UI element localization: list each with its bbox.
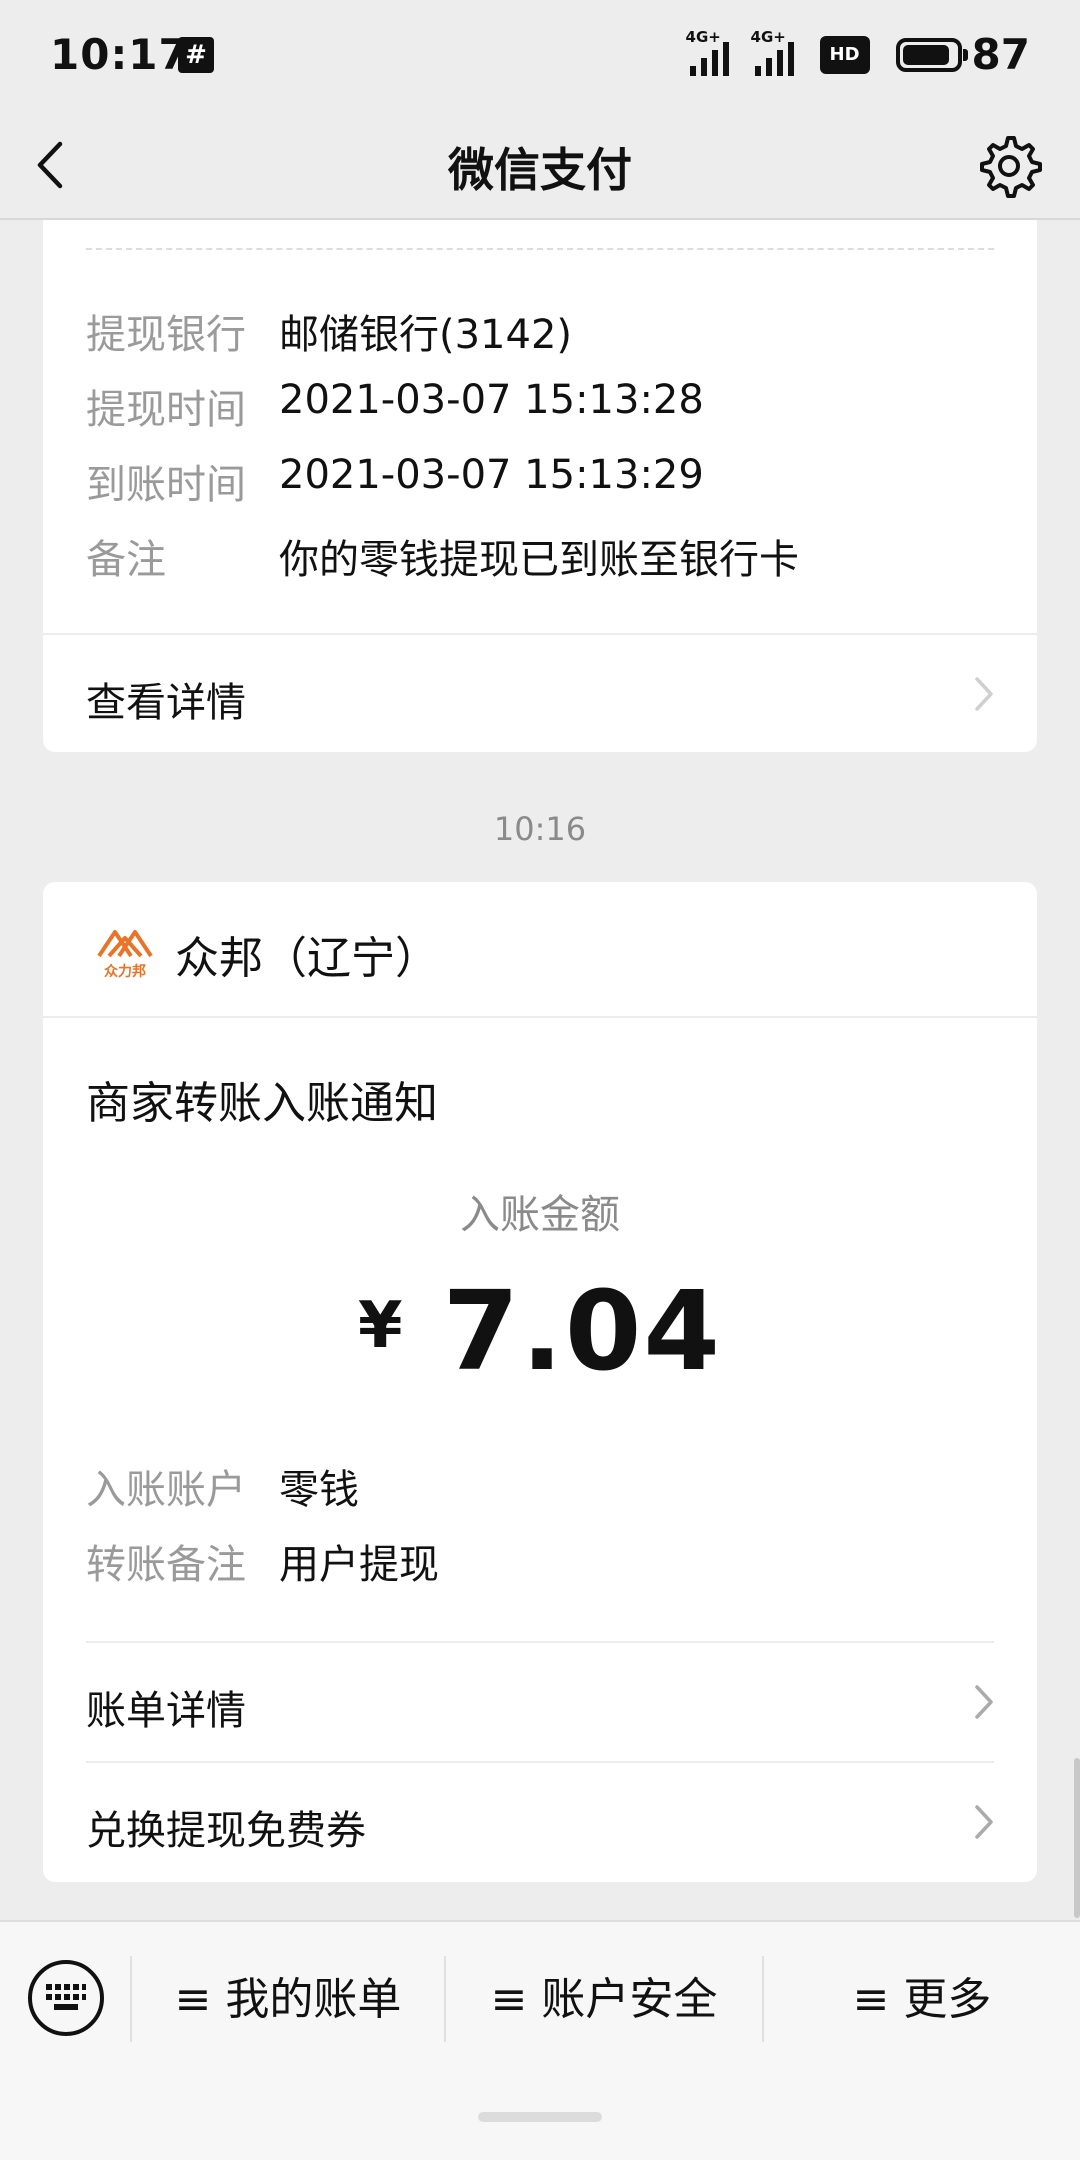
transfer-card: 众力邦 众邦（辽宁） 商家转账入账通知 入账金额 ¥7.04 入账账户 零钱 转… [43,882,1037,1882]
menu-my-bills[interactable]: ≡ 我的账单 [132,1962,444,2038]
scrollbar[interactable] [1074,1758,1080,1918]
keyboard-icon [46,1984,86,2010]
settings-button[interactable] [974,130,1044,200]
notification-icon: # [178,37,214,73]
divider [43,1016,1037,1018]
link-label: 账单详情 [86,1688,246,1734]
notice-title: 商家转账入账通知 [86,1078,438,1129]
menu-more[interactable]: ≡ 更多 [764,1962,1080,2038]
row-value: 用户提现 [279,1542,439,1588]
nav-bar: 微信支付 [0,110,1080,220]
status-bar: 10:17 # 4G+ 4G+ HD 87 [0,0,1080,110]
amount-value: 7.04 [442,1267,722,1395]
signal-icon-2: 4G+ [751,28,794,76]
amount-display: ¥7.04 [43,1267,1037,1395]
home-indicator[interactable] [478,2112,602,2122]
row-value: 2021-03-07 15:13:28 [279,377,704,423]
row-label: 入账账户 [86,1467,246,1513]
page-title: 微信支付 [448,143,632,197]
bottom-menu-bar: ≡ 我的账单 ≡ 账户安全 ≡ 更多 [0,1920,1080,2160]
battery: 87 [895,30,1030,79]
message-timestamp: 10:16 [493,810,587,848]
merchant-name: 众邦（辽宁） [175,933,439,984]
info-row-account: 入账账户 零钱 [86,1457,359,1515]
signal-icon-1: 4G+ [686,28,729,76]
currency-symbol: ¥ [358,1289,403,1363]
logo-text: 众力邦 [104,963,146,980]
info-row-transfer-remark: 转账备注 用户提现 [86,1532,439,1590]
hd-voice-icon: HD [819,35,870,74]
divider [86,248,994,250]
info-row-remark: 备注 你的零钱提现已到账至银行卡 [86,527,799,585]
battery-level: 87 [971,30,1030,79]
menu-account-security[interactable]: ≡ 账户安全 [446,1962,762,2038]
row-label: 备注 [86,537,166,583]
battery-icon [895,37,968,72]
merchant-header[interactable]: 众力邦 众邦（辽宁） [43,882,1037,1016]
link-label: 兑换提现免费券 [86,1808,366,1854]
info-row-arrival-time: 到账时间 2021-03-07 15:13:29 [86,452,704,510]
row-value: 2021-03-07 15:13:29 [279,452,704,498]
row-label: 到账时间 [86,462,246,508]
row-label: 提现时间 [86,387,246,433]
row-value: 零钱 [279,1467,359,1513]
view-details-link[interactable]: 查看详情 [43,635,1037,753]
withdraw-card: 提现银行 邮储银行(3142) 提现时间 2021-03-07 15:13:28… [43,220,1037,752]
row-value: 你的零钱提现已到账至银行卡 [279,537,799,583]
gear-icon [980,136,1042,198]
chevron-right-icon [975,1805,993,1839]
row-label: 转账备注 [86,1542,246,1588]
merchant-logo: 众力邦 [97,930,153,980]
row-label: 提现银行 [86,312,246,358]
status-indicators: 4G+ 4G+ HD 87 [686,28,1030,80]
status-time: 10:17 [50,30,189,79]
chevron-right-icon [975,677,993,711]
info-row-bank: 提现银行 邮储银行(3142) [86,302,572,360]
chevron-right-icon [975,1685,993,1719]
bill-details-link[interactable]: 账单详情 [43,1643,1037,1761]
keyboard-button[interactable] [28,1960,104,2036]
signal-tag-1: 4G+ [685,27,721,46]
info-row-withdraw-time: 提现时间 2021-03-07 15:13:28 [86,377,704,435]
amount-label: 入账金额 [460,1192,620,1238]
redeem-coupon-link[interactable]: 兑换提现免费券 [43,1763,1037,1881]
signal-tag-2: 4G+ [750,27,786,46]
link-label: 查看详情 [86,680,246,726]
row-value: 邮储银行(3142) [279,312,573,358]
